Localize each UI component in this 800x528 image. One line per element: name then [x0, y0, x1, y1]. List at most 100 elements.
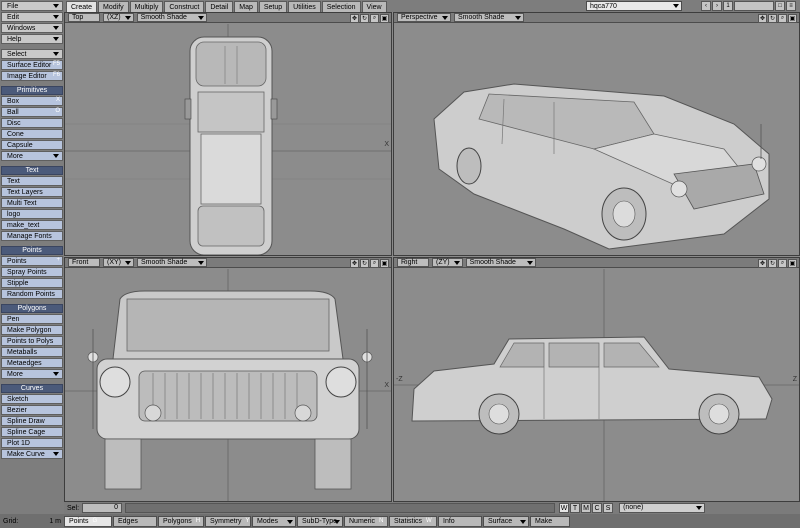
toggle-t-button[interactable]: T [570, 503, 581, 513]
sidebar-bezier-button[interactable]: Bezier [1, 405, 63, 415]
viewport-top[interactable]: Top (XZ) Smooth Shade ✥ ↻ ⌕ ▣ X [64, 12, 392, 256]
sidebar-metaedges-button[interactable]: Metaedges [1, 358, 63, 368]
sidebar-metaballs-button[interactable]: Metaballs [1, 347, 63, 357]
sidebar-more-button[interactable]: More [1, 151, 63, 161]
sidebar-text-layers-button[interactable]: Text Layers [1, 187, 63, 197]
viewport-right[interactable]: Right (ZY) Smooth Shade ✥ ↻ ⌕ ▣ -Z Z [393, 257, 800, 502]
sidebar-text-button[interactable]: Text [1, 176, 63, 186]
sidebar-cone-button[interactable]: Cone [1, 129, 63, 139]
sidebar-make-polygon-button[interactable]: Make Polygon [1, 325, 63, 335]
view-axes-dropdown[interactable]: (ZY) [432, 258, 463, 267]
polygons-mode-button[interactable]: Polygons H [158, 515, 204, 527]
layer-dropdown[interactable]: (none) [619, 503, 706, 513]
view-type-dropdown[interactable]: Right [397, 258, 429, 267]
surface-mode-button[interactable]: Surface [483, 515, 529, 527]
zoom-icon[interactable]: ⌕ [778, 13, 787, 23]
edges-mode-button[interactable]: Edges [113, 515, 157, 527]
move-view-icon[interactable]: ✥ [350, 13, 359, 23]
zoom-icon[interactable]: ⌕ [778, 258, 787, 268]
tab-view[interactable]: View [361, 1, 387, 12]
sidebar-multi-text-button[interactable]: Multi Text [1, 198, 63, 208]
sidebar-plot-1d-button[interactable]: Plot 1D [1, 438, 63, 448]
sidebar-logo-button[interactable]: logo [1, 209, 63, 219]
numeric-mode-button[interactable]: Numeric N [344, 515, 388, 527]
sidebar-manage-fonts-button[interactable]: Manage Fonts [1, 231, 63, 241]
sidebar-spline-cage-button[interactable]: Spline Cage [1, 427, 63, 437]
sidebar-more-button[interactable]: More [1, 369, 63, 379]
tab-multiply[interactable]: Multiply [129, 1, 164, 12]
maximize-viewport-icon[interactable]: ▣ [380, 258, 389, 268]
toggle-s-button[interactable]: S [603, 503, 614, 513]
move-view-icon[interactable]: ✥ [350, 258, 359, 268]
tab-utilities[interactable]: Utilities [288, 1, 321, 12]
view-type-dropdown[interactable]: Front [68, 258, 100, 267]
sidebar-spray-points-button[interactable]: Spray Points [1, 267, 63, 277]
move-view-icon[interactable]: ✥ [758, 258, 767, 268]
maximize-viewport-icon[interactable]: ▣ [380, 13, 389, 23]
toggle-m-button[interactable]: M [581, 503, 592, 513]
sidebar-spline-draw-button[interactable]: Spline Draw [1, 416, 63, 426]
sidebar-file-button[interactable]: File [1, 1, 63, 11]
sidebar-box-button[interactable]: Box X [1, 96, 63, 106]
maximize-viewport-icon[interactable]: ▣ [788, 258, 797, 268]
next-layer-icon[interactable]: › [712, 1, 722, 11]
rotate-view-icon[interactable]: ↻ [360, 258, 369, 268]
rotate-view-icon[interactable]: ↻ [360, 13, 369, 23]
symmetry-mode-button[interactable]: Symmetry Y [205, 515, 251, 527]
toggle-c-button[interactable]: C [592, 503, 603, 513]
sidebar-surface-editor-button[interactable]: Surface Editor F5 [1, 60, 63, 70]
sidebar-image-editor-button[interactable]: Image Editor F6 [1, 71, 63, 81]
tab-setup[interactable]: Setup [258, 1, 288, 12]
scene-selector[interactable]: hqca770 [586, 1, 682, 11]
sidebar-ball-button[interactable]: Ball O [1, 107, 63, 117]
zoom-icon[interactable]: ⌕ [370, 13, 379, 23]
maximize-viewport-icon[interactable]: ▣ [788, 13, 797, 23]
prev-layer-icon[interactable]: ‹ [701, 1, 711, 11]
sidebar-make-curve-button[interactable]: Make Curve [1, 449, 63, 459]
tab-create[interactable]: Create [66, 1, 98, 12]
zoom-icon[interactable]: ⌕ [370, 258, 379, 268]
sidebar-edit-button[interactable]: Edit [1, 12, 63, 22]
sidebar-help-button[interactable]: Help [1, 34, 63, 44]
sidebar-make-text-button[interactable]: make_text [1, 220, 63, 230]
tab-detail[interactable]: Detail [205, 1, 234, 12]
sidebar-select-button[interactable]: Select [1, 49, 63, 59]
sidebar-capsule-button[interactable]: Capsule [1, 140, 63, 150]
move-view-icon[interactable]: ✥ [758, 13, 767, 23]
maximize-icon[interactable]: □ [775, 1, 785, 11]
shading-dropdown[interactable]: Smooth Shade [454, 13, 524, 22]
shading-dropdown[interactable]: Smooth Shade [137, 258, 207, 267]
shading-dropdown[interactable]: Smooth Shade [465, 258, 536, 267]
layer-field[interactable] [734, 1, 774, 11]
statistics-mode-button[interactable]: Statistics W [389, 515, 437, 527]
layer-1-icon[interactable]: 1 [723, 1, 733, 11]
view-axes-dropdown[interactable]: (XZ) [103, 13, 134, 22]
view-axes-dropdown[interactable]: (XY) [103, 258, 134, 267]
view-type-dropdown[interactable]: Top [68, 13, 100, 22]
info-mode-button[interactable]: Info [438, 515, 482, 527]
rotate-view-icon[interactable]: ↻ [768, 13, 777, 23]
rotate-view-icon[interactable]: ↻ [768, 258, 777, 268]
viewport-front[interactable]: Front (XY) Smooth Shade ✥ ↻ ⌕ ▣ X [64, 257, 392, 502]
sidebar-pen-button[interactable]: Pen [1, 314, 63, 324]
subd-type-mode-button[interactable]: SubD-Type [297, 515, 343, 527]
sidebar-sketch-button[interactable]: Sketch [1, 394, 63, 404]
tab-modify[interactable]: Modify [98, 1, 129, 12]
viewport-perspective[interactable]: Perspective Smooth Shade ✥ ↻ ⌕ ▣ [393, 12, 800, 256]
layers-icon[interactable]: ≡ [786, 1, 796, 11]
sidebar-windows-button[interactable]: Windows [1, 23, 63, 33]
modes-mode-button[interactable]: Modes [252, 515, 296, 527]
sidebar-points-button[interactable]: Points + [1, 256, 63, 266]
toggle-w-button[interactable]: W [559, 503, 570, 513]
shading-dropdown[interactable]: Smooth Shade [136, 13, 207, 22]
tab-construct[interactable]: Construct [164, 1, 205, 12]
tab-map[interactable]: Map [234, 1, 258, 12]
sidebar-random-points-button[interactable]: Random Points [1, 289, 63, 299]
make-mode-button[interactable]: Make [530, 515, 570, 527]
sidebar-points-to-polys-button[interactable]: Points to Polys [1, 336, 63, 346]
view-type-dropdown[interactable]: Perspective [397, 13, 451, 22]
points-mode-button[interactable]: Points G [64, 515, 112, 527]
sidebar-stipple-button[interactable]: Stipple [1, 278, 63, 288]
tab-selection[interactable]: Selection [321, 1, 361, 12]
sidebar-disc-button[interactable]: Disc [1, 118, 63, 128]
